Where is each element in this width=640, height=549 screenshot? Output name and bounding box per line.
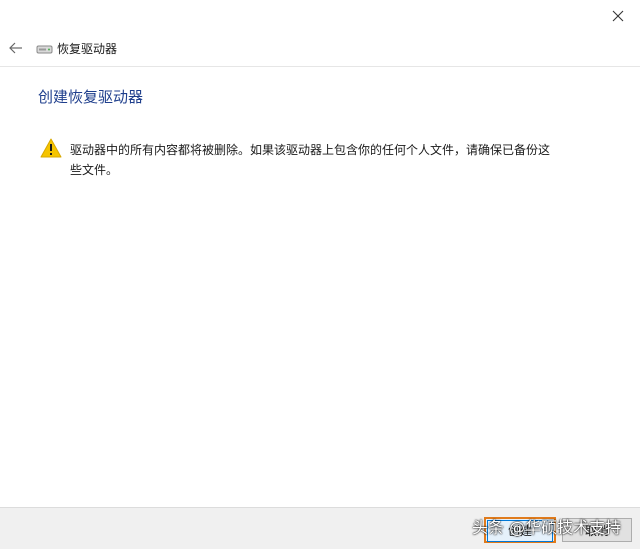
wizard-content: 创建恢复驱动器 驱动器中的所有内容都将被删除。如果该驱动器上包含你的任何个人文件… [0,67,640,507]
back-button[interactable] [4,36,28,60]
create-button-label: 创建 [487,520,553,542]
close-icon [612,10,624,22]
warning-message: 驱动器中的所有内容都将被删除。如果该驱动器上包含你的任何个人文件，请确保已备份这… [70,143,551,177]
window-title: 恢复驱动器 [57,42,118,56]
page-heading: 创建恢复驱动器 [38,88,144,106]
close-button[interactable] [602,2,634,30]
drive-icon [36,45,53,54]
warning-icon [40,138,62,158]
title-bar [0,0,640,32]
wizard-nav-bar: 恢复驱动器 [0,32,640,67]
recovery-drive-window: 恢复驱动器 创建恢复驱动器 驱动器中的所有内容都将被删除。如果该驱动器上包含你的… [0,0,640,549]
create-button[interactable]: 创建 [484,517,556,543]
cancel-button[interactable]: 取消 [562,518,632,542]
back-arrow-icon [9,42,22,54]
wizard-footer: 创建 取消 头条 @华硕技术支持 [0,507,640,549]
